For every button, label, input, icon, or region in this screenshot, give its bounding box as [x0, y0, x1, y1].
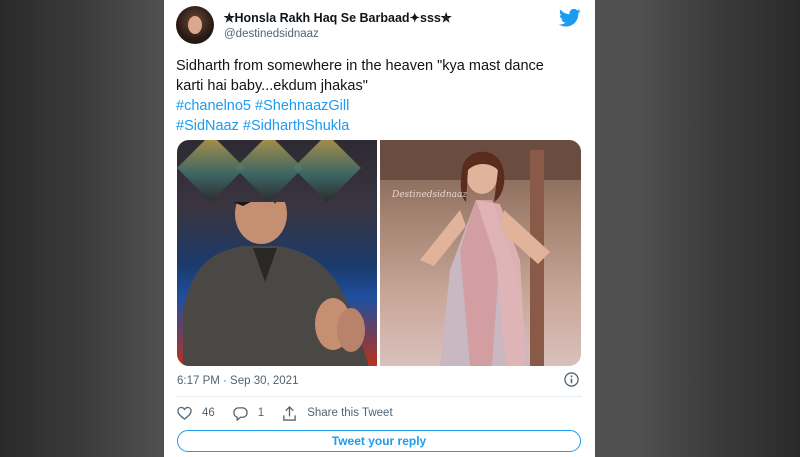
- stage-panel: [177, 140, 245, 202]
- hashtag-chanelno5[interactable]: #chanelno5: [176, 98, 251, 114]
- tweet-text: Sidharth from somewhere in the heaven "k…: [176, 56, 581, 136]
- man-figure: [183, 202, 369, 366]
- tweet-reply-button[interactable]: Tweet your reply: [177, 430, 581, 452]
- hashtag-line-1: #chanelno5 #ShehnaazGill: [176, 96, 581, 116]
- stage-panel: [293, 140, 361, 202]
- share-label: Share this Tweet: [307, 407, 393, 419]
- tweet-actions: 46 1 Share this Tweet: [177, 404, 411, 422]
- info-icon[interactable]: [564, 372, 579, 387]
- user-handle[interactable]: @destinedsidnaaz: [224, 28, 319, 40]
- stage-panel: [235, 140, 303, 202]
- reply-count: 1: [257, 407, 265, 419]
- tweet-media: Destinedsidnaaz: [177, 140, 581, 366]
- hashtag-shehnaazgill[interactable]: #ShehnaazGill: [255, 98, 349, 114]
- tweet-card: ✯Honsla Rakh Haq Se Barbaad✦sss✯ @destin…: [164, 0, 595, 457]
- divider: [177, 396, 582, 397]
- avatar[interactable]: [176, 6, 214, 44]
- watermark: Destinedsidnaaz: [392, 190, 468, 200]
- tweet-timestamp[interactable]: 6:17 PM · Sep 30, 2021: [177, 375, 298, 387]
- hashtag-line-2: #SidNaaz #SidharthShukla: [176, 116, 581, 136]
- reply-action[interactable]: 1: [233, 406, 264, 421]
- share-icon: [283, 405, 296, 421]
- hashtag-sidharthshukla[interactable]: #SidharthShukla: [243, 118, 349, 134]
- media-photo-right[interactable]: Destinedsidnaaz: [380, 140, 581, 366]
- avatar-face: [188, 16, 202, 34]
- dancer-figure: [380, 140, 581, 366]
- heart-icon: [177, 406, 192, 420]
- tweet-text-line-2: karti hai baby...ekdum jhakas": [176, 78, 368, 94]
- hashtag-sidnaaz[interactable]: #SidNaaz: [176, 118, 239, 134]
- like-count: 46: [202, 407, 215, 419]
- like-action[interactable]: 46: [177, 406, 215, 421]
- reply-icon: [233, 406, 248, 421]
- share-action[interactable]: Share this Tweet: [282, 405, 393, 421]
- tweet-text-line-1: Sidharth from somewhere in the heaven "k…: [176, 58, 544, 74]
- twitter-icon[interactable]: [559, 8, 581, 28]
- media-photo-left[interactable]: [177, 140, 377, 366]
- display-name[interactable]: ✯Honsla Rakh Haq Se Barbaad✦sss✯: [224, 10, 451, 25]
